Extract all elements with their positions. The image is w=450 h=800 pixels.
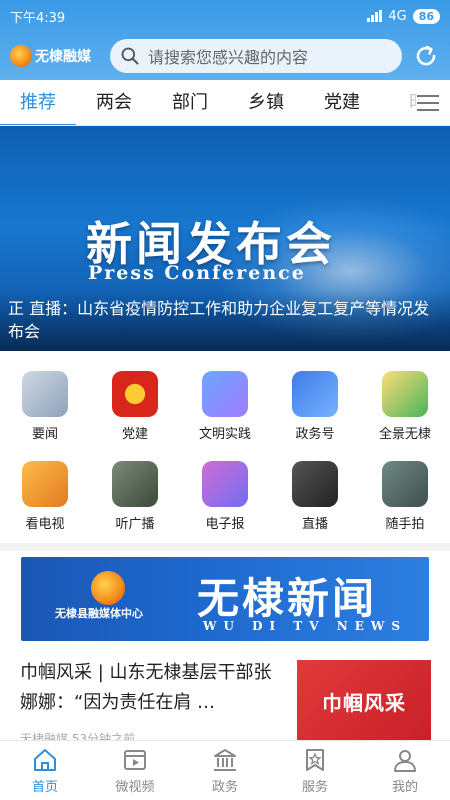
article-title: 巾帼风采 | 山东无棣基层干部张娜娜：“因为责任在肩 … bbox=[20, 662, 272, 713]
app-logo[interactable]: 无棣融媒 bbox=[10, 45, 110, 67]
service-bookmark-icon bbox=[306, 749, 324, 771]
tab-departments[interactable]: 部门 bbox=[152, 80, 228, 125]
grid-item-epaper[interactable]: 电子报 bbox=[180, 449, 270, 539]
nav-home[interactable]: 首页 bbox=[0, 741, 90, 800]
tab-recommend[interactable]: 推荐 bbox=[0, 80, 76, 125]
profile-icon bbox=[394, 750, 416, 772]
bottom-nav: 首页 微视频 政务 服务 我的 bbox=[0, 740, 450, 800]
nav-label: 首页 bbox=[31, 780, 58, 795]
grid-item-news[interactable]: 要闻 bbox=[0, 359, 90, 449]
menu-icon[interactable] bbox=[406, 80, 450, 125]
banner-subtitle: Press Conference bbox=[88, 262, 306, 284]
grid-item-panorama[interactable]: 全景无棣 bbox=[360, 359, 450, 449]
grid-item-party[interactable]: 党建 bbox=[90, 359, 180, 449]
grid-item-tv[interactable]: 看电视 bbox=[0, 449, 90, 539]
app-header: 下午4:39 4G 86 无棣融媒 请搜索您感兴趣的内容 bbox=[0, 0, 450, 80]
section-divider bbox=[0, 543, 450, 551]
signal-icon bbox=[367, 10, 383, 22]
epaper-icon bbox=[202, 461, 248, 507]
media-center-logo-icon bbox=[91, 571, 125, 605]
feature-grid: 要闻 党建 文明实践 政务号 全景无棣 看电视 听广播 电子报 直播 随手拍 bbox=[0, 351, 450, 541]
home-icon bbox=[34, 749, 56, 771]
grid-item-label: 听广播 bbox=[115, 517, 155, 532]
status-bar: 下午4:39 4G 86 bbox=[0, 0, 450, 32]
status-indicators: 4G 86 bbox=[367, 8, 440, 24]
nav-label: 服务 bbox=[301, 780, 328, 795]
grid-item-label: 直播 bbox=[301, 517, 328, 532]
grid-item-label: 随手拍 bbox=[385, 517, 425, 532]
headline-banner[interactable]: 新闻发布会 Press Conference 正 直播：山东省疫情防控工作和助力… bbox=[0, 126, 450, 351]
grid-item-label: 文明实践 bbox=[198, 427, 251, 442]
newspaper-icon bbox=[22, 371, 68, 417]
list-item[interactable]: 巾帼风采 | 山东无棣基层干部张娜娜：“因为责任在肩 … 无棣融媒 53分钟之前… bbox=[0, 658, 450, 746]
tab-towns[interactable]: 乡镇 bbox=[228, 80, 304, 125]
government-desk-icon bbox=[292, 371, 338, 417]
battery-icon: 86 bbox=[412, 8, 440, 24]
tab-party-building[interactable]: 党建 bbox=[304, 80, 380, 125]
media-center-name: 无棣县融媒体中心 bbox=[55, 607, 143, 620]
grid-item-live[interactable]: 直播 bbox=[270, 449, 360, 539]
search-placeholder: 请搜索您感兴趣的内容 bbox=[148, 48, 309, 67]
party-emblem-icon bbox=[112, 371, 158, 417]
grid-item-civic-practice[interactable]: 文明实践 bbox=[180, 359, 270, 449]
government-building-icon bbox=[214, 749, 236, 771]
grid-item-label: 全景无棣 bbox=[378, 427, 431, 442]
video-camera-icon bbox=[292, 461, 338, 507]
logo-mark-icon bbox=[10, 45, 32, 67]
nav-services[interactable]: 服务 bbox=[270, 741, 360, 800]
search-icon bbox=[121, 47, 139, 65]
nav-label: 我的 bbox=[391, 780, 418, 795]
nav-government[interactable]: 政务 bbox=[180, 741, 270, 800]
civilization-icon bbox=[202, 371, 248, 417]
radio-icon bbox=[112, 461, 158, 507]
news-ad-banner[interactable]: 无棣县融媒体中心 无棣新闻 WU DI TV NEWS bbox=[21, 557, 429, 641]
grid-item-label: 电子报 bbox=[205, 517, 245, 532]
search-input[interactable]: 请搜索您感兴趣的内容 bbox=[110, 39, 402, 73]
panorama-icon bbox=[382, 371, 428, 417]
video-icon bbox=[124, 750, 146, 770]
tv-icon bbox=[22, 461, 68, 507]
network-type: 4G bbox=[388, 8, 407, 24]
grid-item-label: 党建 bbox=[121, 427, 148, 442]
ad-title: 无棣新闻 bbox=[197, 574, 378, 623]
nav-micro-video[interactable]: 微视频 bbox=[90, 741, 180, 800]
refresh-icon[interactable] bbox=[412, 42, 440, 70]
grid-item-label: 政务号 bbox=[295, 427, 335, 442]
grid-item-gov-account[interactable]: 政务号 bbox=[270, 359, 360, 449]
nav-label: 微视频 bbox=[115, 780, 155, 795]
grid-item-label: 要闻 bbox=[31, 427, 58, 442]
nav-label: 政务 bbox=[211, 780, 238, 795]
grid-item-radio[interactable]: 听广播 bbox=[90, 449, 180, 539]
article-thumbnail: 巾帼风采 bbox=[297, 660, 431, 742]
logo-text: 无棣融媒 bbox=[35, 49, 91, 65]
grid-item-label: 看电视 bbox=[25, 517, 65, 532]
banner-caption: 正 直播：山东省疫情防控工作和助力企业复工复产等情况发布会 bbox=[0, 291, 450, 351]
thumbnail-text: 巾帼风采 bbox=[322, 690, 406, 715]
top-bar: 无棣融媒 请搜索您感兴趣的内容 bbox=[0, 32, 450, 80]
status-time: 下午4:39 bbox=[10, 10, 66, 26]
nav-profile[interactable]: 我的 bbox=[360, 741, 450, 800]
tab-two-sessions[interactable]: 两会 bbox=[76, 80, 152, 125]
ad-subtitle: WU DI TV NEWS bbox=[203, 619, 407, 633]
channel-tabs: 推荐 两会 部门 乡镇 党建 时 bbox=[0, 80, 450, 126]
camera-icon bbox=[382, 461, 428, 507]
grid-item-snapshot[interactable]: 随手拍 bbox=[360, 449, 450, 539]
